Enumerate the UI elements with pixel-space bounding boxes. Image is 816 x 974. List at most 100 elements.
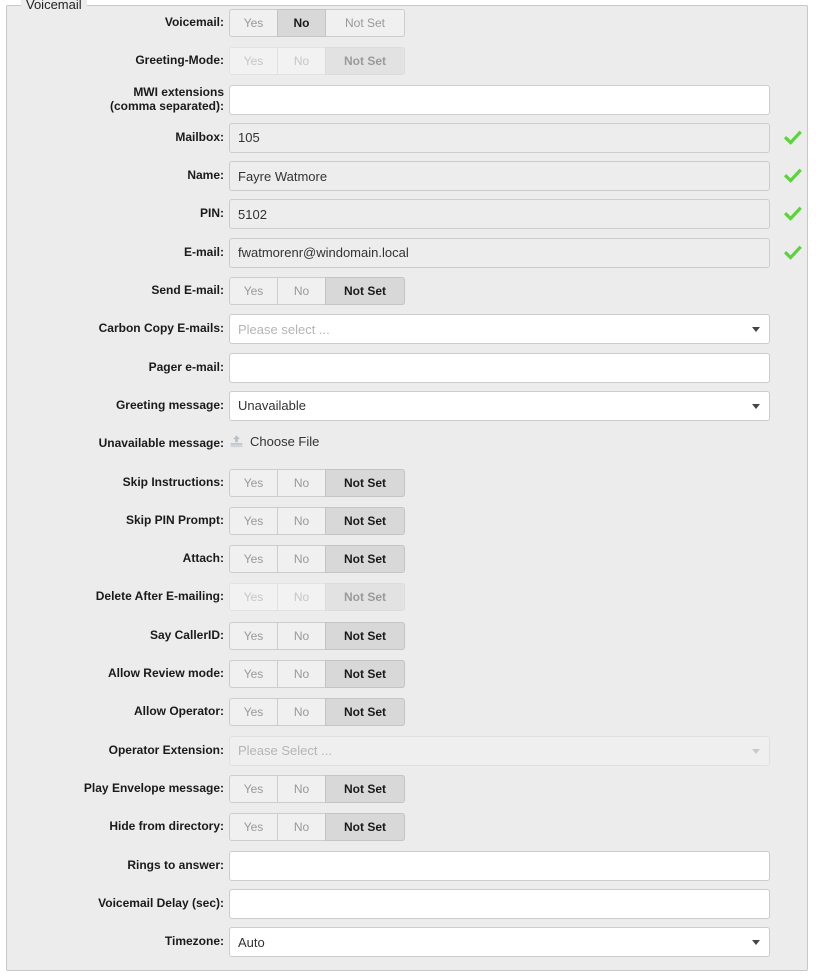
toggle-skip_pin_prompt-no[interactable]: No xyxy=(277,506,326,535)
select-operator_extension: Please Select ... xyxy=(229,735,770,766)
toggle-group-allow_operator[interactable]: Yes No Not Set xyxy=(229,698,405,727)
label-mailbox: Mailbox: xyxy=(175,129,224,144)
label-say_callerid: Say CallerID: xyxy=(149,627,224,642)
label-voicemail: Voicemail: xyxy=(164,15,224,29)
field-rings_to_answer xyxy=(229,849,807,881)
validation-check-icon xyxy=(783,167,802,185)
label-greeting_mode: Greeting-Mode: xyxy=(135,53,224,68)
toggle-voicemail-not_set[interactable]: Not Set xyxy=(325,9,405,37)
file-upload-unavailable_message[interactable]: Choose File xyxy=(229,434,807,449)
toggle-group-hide_from_directory[interactable]: Yes No Not Set xyxy=(229,813,405,842)
toggle-allow_review_mode-yes[interactable]: Yes xyxy=(229,660,278,689)
select-value-timezone: Auto xyxy=(238,934,265,950)
input-pager_email[interactable] xyxy=(229,352,770,383)
input-email[interactable] xyxy=(229,237,770,268)
toggle-play_envelope_message-yes[interactable]: Yes xyxy=(229,774,278,803)
toggle-skip_pin_prompt-yes[interactable]: Yes xyxy=(229,506,278,535)
form-row-delete_after_emailing: Delete After E-mailing: Yes No Not Set xyxy=(7,580,807,618)
toggle-skip_instructions-not_set[interactable]: Not Set xyxy=(325,468,405,497)
field-timezone: Auto xyxy=(229,925,807,958)
toggle-group-voicemail[interactable]: Yes No Not Set xyxy=(229,9,405,37)
toggle-delete_after_emailing-yes: Yes xyxy=(229,583,278,612)
toggle-delete_after_emailing-not_set: Not Set xyxy=(325,583,405,612)
toggle-skip_pin_prompt-not_set[interactable]: Not Set xyxy=(325,506,405,535)
toggle-voicemail-no[interactable]: No xyxy=(277,9,326,37)
toggle-attach-no[interactable]: No xyxy=(277,545,326,574)
toggle-send_email-yes[interactable]: Yes xyxy=(229,277,278,306)
form-row-pin: PIN: xyxy=(7,197,807,235)
form-row-allow_operator: Allow Operator: Yes No Not Set xyxy=(7,695,807,733)
toggle-send_email-not_set[interactable]: Not Set xyxy=(325,277,405,306)
toggle-hide_from_directory-not_set[interactable]: Not Set xyxy=(325,813,405,842)
form-row-operator_extension: Operator Extension: Please Select ... xyxy=(7,734,807,772)
toggle-allow_review_mode-not_set[interactable]: Not Set xyxy=(325,660,405,689)
toggle-say_callerid-no[interactable]: No xyxy=(277,621,326,650)
input-voicemail_delay[interactable] xyxy=(229,888,770,919)
toggle-greeting_mode-not_set: Not Set xyxy=(325,47,405,76)
validation-check-icon xyxy=(783,205,802,223)
toggle-play_envelope_message-not_set[interactable]: Not Set xyxy=(325,774,405,803)
label-attach: Attach: xyxy=(182,551,224,566)
field-say_callerid: Yes No Not Set xyxy=(229,619,807,650)
toggle-group-say_callerid[interactable]: Yes No Not Set xyxy=(229,621,405,650)
chevron-down-icon xyxy=(752,403,760,409)
toggle-attach-not_set[interactable]: Not Set xyxy=(325,545,405,574)
label-send_email: Send E-mail: xyxy=(151,283,224,298)
toggle-hide_from_directory-no[interactable]: No xyxy=(277,813,326,842)
toggle-send_email-no[interactable]: No xyxy=(277,277,326,306)
toggle-delete_after_emailing-no: No xyxy=(277,583,326,612)
form-row-email: E-mail: xyxy=(7,236,807,274)
select-carbon_copy_emails[interactable]: Please select ... xyxy=(229,314,770,345)
form-row-pager_email: Pager e-mail: xyxy=(7,351,807,389)
input-rings_to_answer[interactable] xyxy=(229,850,770,881)
input-pin[interactable] xyxy=(229,199,770,230)
select-greeting_message[interactable]: Unavailable xyxy=(229,390,770,421)
input-name[interactable] xyxy=(229,161,770,192)
select-value-greeting_message: Unavailable xyxy=(238,398,306,414)
form-row-hide_from_directory: Hide from directory: Yes No Not Set xyxy=(7,810,807,848)
toggle-group-skip_pin_prompt[interactable]: Yes No Not Set xyxy=(229,506,405,535)
field-greeting_mode: Yes No Not Set xyxy=(229,44,807,76)
form-row-send_email: Send E-mail: Yes No Not Set xyxy=(7,274,807,312)
toggle-attach-yes[interactable]: Yes xyxy=(229,545,278,574)
label-mwi_extensions: MWI extensions (comma separated): xyxy=(109,84,224,113)
label-skip_pin_prompt: Skip PIN Prompt: xyxy=(125,512,224,527)
label-carbon_copy_emails: Carbon Copy E-mails: xyxy=(98,321,224,336)
toggle-play_envelope_message-no[interactable]: No xyxy=(277,774,326,803)
toggle-allow_operator-not_set[interactable]: Not Set xyxy=(325,698,405,727)
select-value-carbon_copy_emails: Please select ... xyxy=(238,321,330,337)
toggle-group-play_envelope_message[interactable]: Yes No Not Set xyxy=(229,774,405,803)
field-mwi_extensions xyxy=(229,83,807,115)
field-name xyxy=(229,159,807,192)
label-pin: PIN: xyxy=(200,206,224,221)
label-allow_review_mode: Allow Review mode: xyxy=(107,666,224,681)
input-mailbox[interactable] xyxy=(229,122,770,153)
chevron-down-icon xyxy=(752,327,760,333)
field-carbon_copy_emails: Please select ... xyxy=(229,312,807,345)
input-mwi_extensions[interactable] xyxy=(229,84,770,115)
choose-file-button[interactable]: Choose File xyxy=(250,434,319,449)
label-name: Name: xyxy=(187,168,224,183)
toggle-group-skip_instructions[interactable]: Yes No Not Set xyxy=(229,468,405,497)
toggle-say_callerid-yes[interactable]: Yes xyxy=(229,621,278,650)
toggle-allow_operator-no[interactable]: No xyxy=(277,698,326,727)
toggle-group-attach[interactable]: Yes No Not Set xyxy=(229,545,405,574)
toggle-voicemail-yes[interactable]: Yes xyxy=(229,9,278,37)
toggle-allow_operator-yes[interactable]: Yes xyxy=(229,698,278,727)
select-timezone[interactable]: Auto xyxy=(229,927,770,958)
toggle-hide_from_directory-yes[interactable]: Yes xyxy=(229,813,278,842)
validation-check-icon xyxy=(783,244,802,262)
toggle-skip_instructions-yes[interactable]: Yes xyxy=(229,468,278,497)
label-email: E-mail: xyxy=(183,244,224,259)
form-row-attach: Attach: Yes No Not Set xyxy=(7,542,807,580)
label-greeting_message: Greeting message: xyxy=(115,397,224,412)
toggle-group-allow_review_mode[interactable]: Yes No Not Set xyxy=(229,660,405,689)
toggle-allow_review_mode-no[interactable]: No xyxy=(277,660,326,689)
toggle-say_callerid-not_set[interactable]: Not Set xyxy=(325,621,405,650)
toggle-skip_instructions-no[interactable]: No xyxy=(277,468,326,497)
form-row-unavailable_message: Unavailable message: Choose File xyxy=(7,427,807,465)
form-row-greeting_message: Greeting message: Unavailable xyxy=(7,389,807,427)
field-send_email: Yes No Not Set xyxy=(229,274,807,306)
field-allow_review_mode: Yes No Not Set xyxy=(229,657,807,689)
toggle-group-send_email[interactable]: Yes No Not Set xyxy=(229,277,405,306)
